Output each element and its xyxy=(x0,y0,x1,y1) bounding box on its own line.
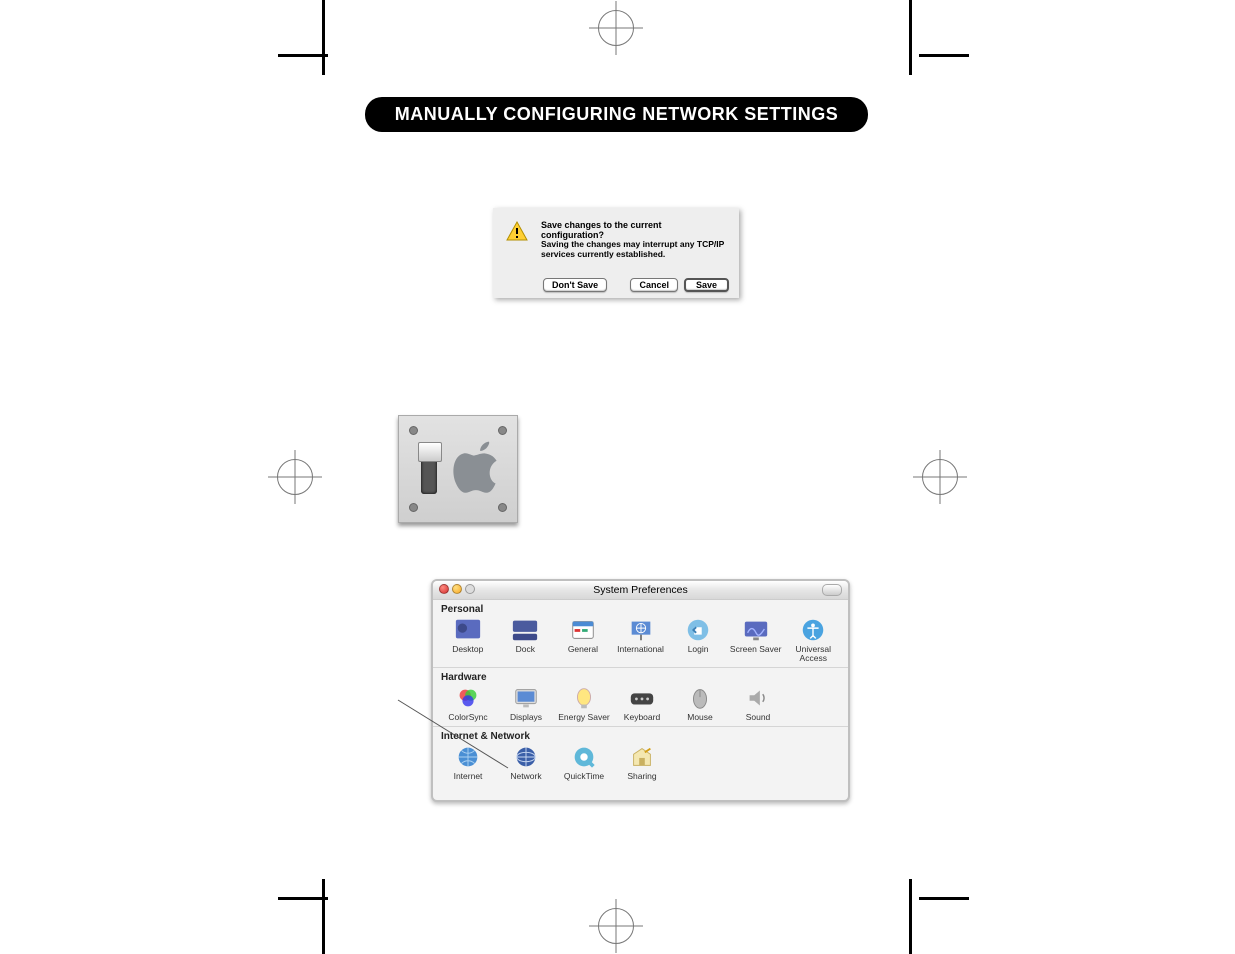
section-label-hardware: Hardware xyxy=(433,668,848,685)
registration-mark xyxy=(598,10,634,46)
pref-item-keyboard[interactable]: Keyboard xyxy=(613,685,671,722)
quicktime-icon xyxy=(569,744,599,770)
crop-mark xyxy=(919,897,969,900)
rivet-icon xyxy=(409,503,418,512)
crop-mark xyxy=(322,0,325,75)
rivet-icon xyxy=(498,503,507,512)
general-icon xyxy=(568,617,598,643)
pref-item-quicktime[interactable]: QuickTime xyxy=(555,744,613,781)
pref-label: QuickTime xyxy=(555,772,613,781)
minimize-window-button[interactable] xyxy=(452,584,462,594)
pref-item-internet[interactable]: Internet xyxy=(439,744,497,781)
pref-label: Energy Saver xyxy=(555,713,613,722)
pref-item-login[interactable]: Login xyxy=(669,617,727,663)
dont-save-button[interactable]: Don't Save xyxy=(543,278,607,292)
pref-item-network[interactable]: Network xyxy=(497,744,555,781)
pref-label: Network xyxy=(497,772,555,781)
pref-label: International xyxy=(612,645,670,654)
registration-mark xyxy=(922,459,958,495)
international-icon xyxy=(626,617,656,643)
zoom-window-button[interactable] xyxy=(465,584,475,594)
dialog-title: Save changes to the current configuratio… xyxy=(541,220,726,240)
pref-item-international[interactable]: International xyxy=(612,617,670,663)
pref-item-universal-access[interactable]: Universal Access xyxy=(784,617,842,663)
page-title: MANUALLY CONFIGURING NETWORK SETTINGS xyxy=(365,97,868,132)
toolbar-toggle-button[interactable] xyxy=(822,584,842,596)
pref-label: ColorSync xyxy=(439,713,497,722)
crop-mark xyxy=(278,54,328,57)
pref-label: Displays xyxy=(497,713,555,722)
section-label-internet-network: Internet & Network xyxy=(433,727,848,744)
apple-logo-icon xyxy=(451,438,506,500)
pref-item-sound[interactable]: Sound xyxy=(729,685,787,722)
mouse-icon xyxy=(685,685,715,711)
pref-label: Sound xyxy=(729,713,787,722)
save-changes-dialog: Save changes to the current configuratio… xyxy=(493,208,739,298)
crop-mark xyxy=(909,0,912,75)
desktop-icon xyxy=(453,617,483,643)
pref-label: Mouse xyxy=(671,713,729,722)
pref-row-internet-network: Internet Network QuickTime Sharing xyxy=(433,744,848,785)
pref-item-colorsync[interactable]: ColorSync xyxy=(439,685,497,722)
internet-icon xyxy=(453,744,483,770)
crop-mark xyxy=(278,897,328,900)
crop-mark xyxy=(909,879,912,954)
pref-item-mouse[interactable]: Mouse xyxy=(671,685,729,722)
pref-item-desktop[interactable]: Desktop xyxy=(439,617,497,663)
window-title: System Preferences xyxy=(593,584,688,596)
cancel-button[interactable]: Cancel xyxy=(630,278,678,292)
window-titlebar: System Preferences xyxy=(433,581,848,600)
pref-label: Keyboard xyxy=(613,713,671,722)
pref-label: Login xyxy=(669,645,727,654)
dialog-body: Saving the changes may interrupt any TCP… xyxy=(541,240,726,260)
pref-item-sharing[interactable]: Sharing xyxy=(613,744,671,781)
pref-item-displays[interactable]: Displays xyxy=(497,685,555,722)
sharing-icon xyxy=(627,744,657,770)
pref-label: Screen Saver xyxy=(727,645,785,654)
registration-mark xyxy=(598,908,634,944)
save-button[interactable]: Save xyxy=(684,278,729,292)
system-preferences-app-icon[interactable] xyxy=(398,415,518,523)
pref-label: Sharing xyxy=(613,772,671,781)
network-icon xyxy=(511,744,541,770)
pref-item-dock[interactable]: Dock xyxy=(497,617,555,663)
login-icon xyxy=(683,617,713,643)
pref-label: Internet xyxy=(439,772,497,781)
energy-saver-icon xyxy=(569,685,599,711)
pref-item-screen-saver[interactable]: Screen Saver xyxy=(727,617,785,663)
pref-label: Dock xyxy=(497,645,555,654)
warning-icon xyxy=(505,220,529,244)
window-traffic-lights xyxy=(439,584,475,594)
pref-item-energy-saver[interactable]: Energy Saver xyxy=(555,685,613,722)
rivet-icon xyxy=(409,426,418,435)
pref-row-personal: Desktop Dock General International Login… xyxy=(433,617,848,668)
dock-icon xyxy=(510,617,540,643)
sound-icon xyxy=(743,685,773,711)
crop-mark xyxy=(322,879,325,954)
screen-saver-icon xyxy=(741,617,771,643)
crop-mark xyxy=(919,54,969,57)
lightswitch-knob-icon xyxy=(418,442,442,462)
pref-label: Desktop xyxy=(439,645,497,654)
keyboard-icon xyxy=(627,685,657,711)
section-label-personal: Personal xyxy=(433,600,848,617)
displays-icon xyxy=(511,685,541,711)
pref-label: Universal Access xyxy=(784,645,842,663)
registration-mark xyxy=(277,459,313,495)
colorsync-icon xyxy=(453,685,483,711)
pref-row-hardware: ColorSync Displays Energy Saver Keyboard… xyxy=(433,685,848,727)
pref-item-general[interactable]: General xyxy=(554,617,612,663)
dialog-button-row: Don't Save Cancel Save xyxy=(493,278,739,292)
rivet-icon xyxy=(498,426,507,435)
close-window-button[interactable] xyxy=(439,584,449,594)
system-preferences-window: System Preferences Personal Desktop Dock… xyxy=(431,579,850,802)
pref-label: General xyxy=(554,645,612,654)
universal-access-icon xyxy=(798,617,828,643)
